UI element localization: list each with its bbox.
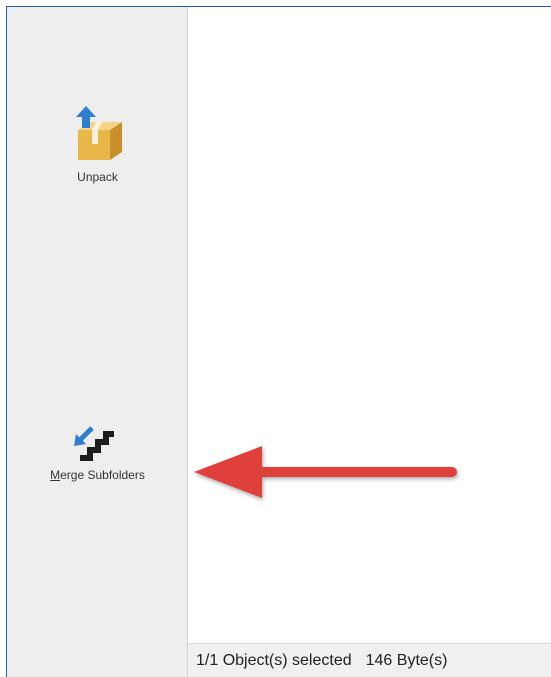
file-list-area[interactable] [188, 7, 551, 643]
unpack-box-icon [75, 106, 122, 160]
unpack-button[interactable]: Unpack [25, 104, 170, 184]
merge-label-rest: erge Subfolders [60, 468, 145, 482]
annotation-arrow [194, 446, 457, 498]
merge-accesskey: M [50, 468, 61, 482]
status-size: 146 Byte(s) [365, 652, 448, 669]
unpack-label: Unpack [77, 170, 118, 184]
status-bar: 1/1 Object(s) selected 146 Byte(s) [188, 643, 551, 677]
merge-subfolders-icon [73, 426, 114, 461]
app-window: Unpack Merge Subfolders 1/1 Object(s) se… [6, 6, 551, 677]
status-selection: 1/1 Object(s) selected [196, 652, 352, 669]
left-toolbar: Unpack Merge Subfolders [7, 7, 188, 677]
merge-subfolders-button[interactable]: Merge Subfolders [25, 422, 170, 482]
merge-subfolders-label: Merge Subfolders [25, 468, 170, 482]
